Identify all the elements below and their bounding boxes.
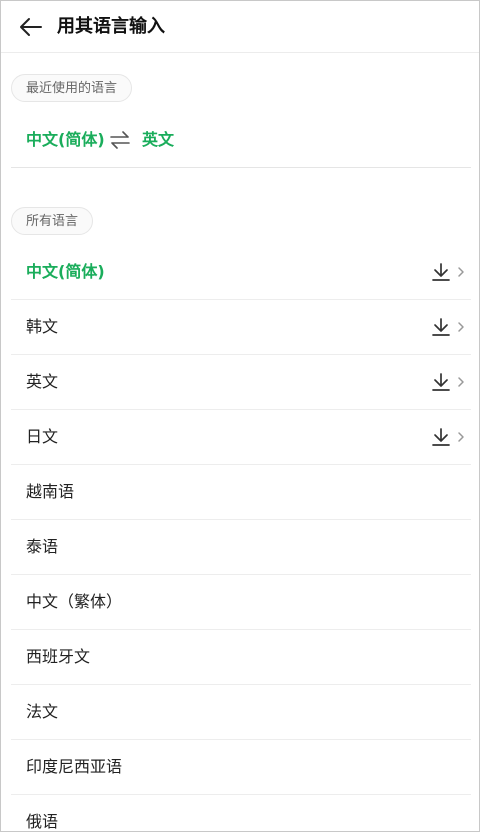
back-button[interactable] — [13, 9, 49, 45]
header-bar: 用其语言输入 — [1, 1, 479, 53]
all-languages-section-label: 所有语言 — [11, 207, 94, 235]
language-row[interactable]: 法文 — [11, 685, 471, 740]
language-label: 西班牙文 — [26, 647, 91, 666]
language-row[interactable]: 中文(简体) — [11, 245, 471, 300]
language-row[interactable]: 西班牙文 — [11, 630, 471, 685]
language-label: 韩文 — [26, 317, 59, 336]
language-row[interactable]: 越南语 — [11, 465, 471, 520]
language-row[interactable]: 韩文 — [11, 300, 471, 355]
language-row[interactable]: 泰语 — [11, 520, 471, 575]
language-label: 中文(简体) — [26, 262, 105, 281]
language-row[interactable]: 俄语 — [11, 795, 471, 831]
chevron-right-icon — [458, 432, 464, 442]
screen: 用其语言输入 最近使用的语言 中文(简体) 英文 所有语言 中文(简体) 韩文 英文… — [0, 0, 480, 832]
download-icon[interactable] — [431, 427, 451, 447]
language-label: 印度尼西亚语 — [26, 757, 123, 776]
chevron-right-icon — [458, 322, 464, 332]
language-label: 法文 — [26, 702, 59, 721]
download-icon[interactable] — [431, 262, 451, 282]
chevron-right-icon — [458, 377, 464, 387]
download-icon[interactable] — [431, 372, 451, 392]
language-label: 日文 — [26, 427, 59, 446]
language-row[interactable]: 日文 — [11, 410, 471, 465]
page-title: 用其语言输入 — [57, 16, 165, 37]
language-list: 中文(简体) 韩文英文日文越南语泰语中文（繁体） 西班牙文法文印度尼西亚语 俄语 — [11, 245, 471, 831]
download-icon[interactable] — [431, 317, 451, 337]
language-row[interactable]: 印度尼西亚语 — [11, 740, 471, 795]
language-label: 越南语 — [26, 482, 75, 501]
recent-language-pair: 中文(简体) 英文 — [11, 113, 471, 168]
recent-section-label: 最近使用的语言 — [11, 74, 133, 102]
language-label: 英文 — [26, 372, 59, 391]
language-row[interactable]: 中文（繁体） — [11, 575, 471, 630]
recent-target-language[interactable]: 英文 — [142, 113, 174, 167]
language-label: 俄语 — [26, 812, 59, 831]
swap-arrows-icon[interactable] — [109, 130, 131, 150]
chevron-right-icon — [458, 267, 464, 277]
recent-source-language[interactable]: 中文(简体) — [26, 113, 105, 167]
arrow-left-icon — [20, 18, 42, 36]
language-label: 泰语 — [26, 537, 59, 556]
language-row[interactable]: 英文 — [11, 355, 471, 410]
language-label: 中文（繁体） — [26, 592, 123, 611]
